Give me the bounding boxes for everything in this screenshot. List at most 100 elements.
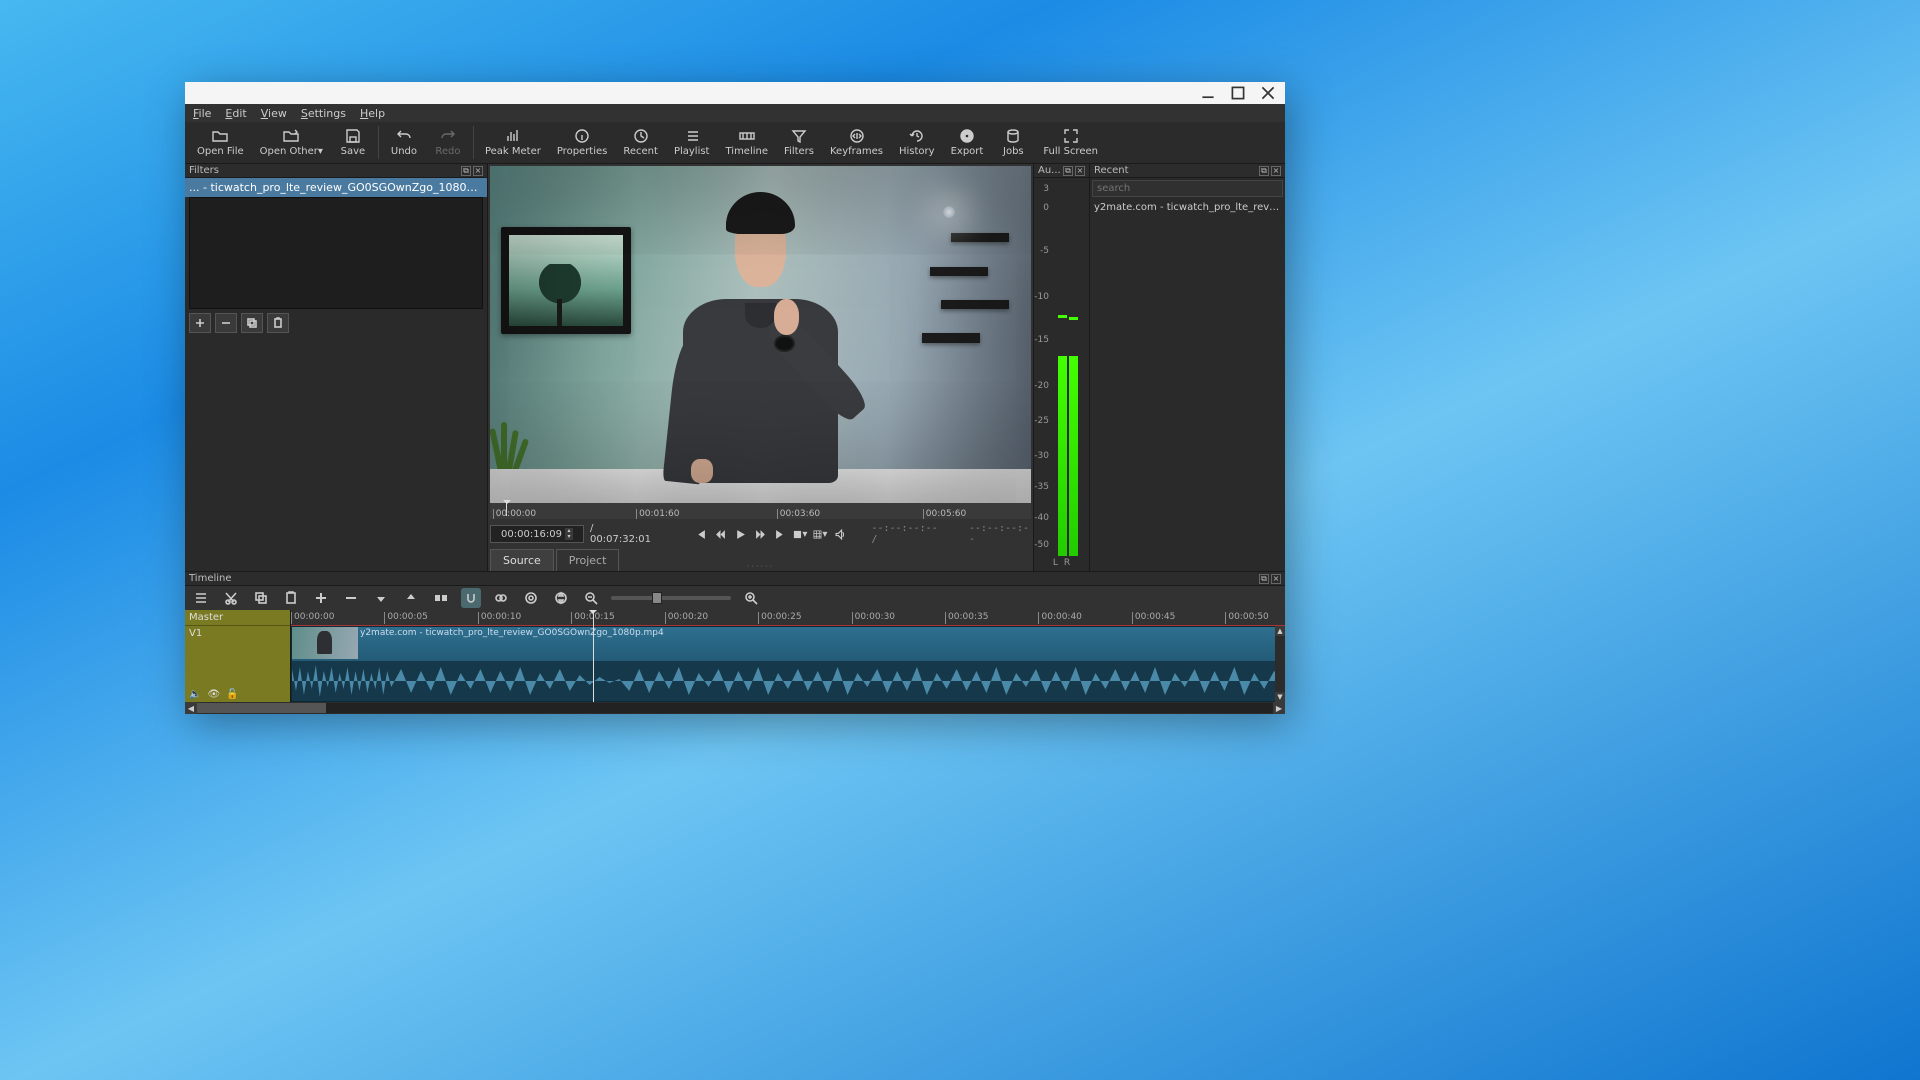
copy-icon[interactable] xyxy=(251,588,271,608)
menu-edit[interactable]: Edit xyxy=(225,107,246,120)
cut-icon[interactable] xyxy=(221,588,241,608)
grid-icon[interactable]: ▾ xyxy=(813,527,827,541)
track-v1[interactable]: V1 🔈 👁 🔓 xyxy=(185,626,290,702)
forward-icon[interactable] xyxy=(753,527,767,541)
rewind-icon[interactable] xyxy=(713,527,727,541)
panel-popout-icon[interactable]: ⧉ xyxy=(1063,166,1073,176)
scroll-right-icon[interactable]: ▶ xyxy=(1273,702,1285,714)
timeline-toolbar xyxy=(185,586,1285,610)
overwrite-icon[interactable] xyxy=(401,588,421,608)
filter-list[interactable] xyxy=(189,197,483,309)
timeline-tracks[interactable]: 00:00:00 00:00:05 00:00:10 00:00:15 00:0… xyxy=(291,610,1285,702)
lift-icon[interactable] xyxy=(371,588,391,608)
clip-waveform xyxy=(292,661,1284,701)
video-preview[interactable] xyxy=(490,166,1031,503)
maximize-button[interactable] xyxy=(1231,86,1245,100)
meter-peak-right xyxy=(1069,317,1078,320)
close-button[interactable] xyxy=(1261,86,1275,100)
timeline-ruler[interactable]: 00:00:00 00:00:05 00:00:10 00:00:15 00:0… xyxy=(291,610,1285,626)
undo-button[interactable]: Undo xyxy=(382,122,426,163)
panel-popout-icon[interactable]: ⧉ xyxy=(461,166,471,176)
paste-filter-button[interactable] xyxy=(267,313,289,333)
panel-popout-icon[interactable]: ⧉ xyxy=(1259,574,1269,584)
filters-button[interactable]: Filters xyxy=(776,122,822,163)
timecode-current[interactable]: 00:00:16:09 ▴▾ xyxy=(490,525,584,543)
zoom-in-icon[interactable] xyxy=(741,588,761,608)
zoom-slider[interactable] xyxy=(611,596,731,600)
timeline-clip[interactable]: y2mate.com - ticwatch_pro_lte_review_GO0… xyxy=(291,626,1285,702)
track-hide-icon[interactable]: 👁 xyxy=(207,689,220,700)
ripple-icon[interactable] xyxy=(521,588,541,608)
recent-title: Recent xyxy=(1094,165,1129,176)
preview-scrubber[interactable]: 00:00:00 00:01:60 00:03:60 00:05:60 xyxy=(490,503,1031,519)
menu-view[interactable]: View xyxy=(261,107,287,120)
snap-icon[interactable] xyxy=(461,588,481,608)
timeline-playhead[interactable] xyxy=(593,610,594,702)
history-button[interactable]: History xyxy=(891,122,943,163)
recent-button[interactable]: Recent xyxy=(615,122,666,163)
transport-bar: 00:00:16:09 ▴▾ / 00:07:32:01 ▾ ▾ --:--:-… xyxy=(490,523,1031,545)
recent-item[interactable]: y2mate.com - ticwatch_pro_lte_review_... xyxy=(1090,199,1285,216)
timeline-vscroll[interactable]: ▲▼ xyxy=(1275,626,1285,702)
playlist-button[interactable]: Playlist xyxy=(666,122,718,163)
tab-project[interactable]: Project xyxy=(556,549,620,571)
copy-filter-button[interactable] xyxy=(241,313,263,333)
open-file-button[interactable]: Open File xyxy=(189,122,252,163)
redo-button[interactable]: Redo xyxy=(426,122,470,163)
paste-icon[interactable] xyxy=(281,588,301,608)
keyframes-button[interactable]: Keyframes xyxy=(822,122,891,163)
add-filter-button[interactable] xyxy=(189,313,211,333)
minimize-button[interactable] xyxy=(1201,86,1215,100)
open-other-button[interactable]: Open Other▾ xyxy=(252,122,331,163)
skip-end-icon[interactable] xyxy=(773,527,787,541)
panel-close-icon[interactable]: × xyxy=(1075,166,1085,176)
remove-icon[interactable] xyxy=(341,588,361,608)
timeline-title: Timeline xyxy=(189,573,232,584)
scrub-tick: 00:01:60 xyxy=(636,509,679,519)
menu-settings[interactable]: Settings xyxy=(301,107,346,120)
fullscreen-button[interactable]: Full Screen xyxy=(1035,122,1106,163)
audio-meter-panel: Au...⧉× 3 0 -5 -10 -15 -20 -25 -30 -35 -… xyxy=(1033,164,1090,571)
panel-close-icon[interactable]: × xyxy=(1271,574,1281,584)
peak-meter-button[interactable]: Peak Meter xyxy=(477,122,549,163)
play-icon[interactable] xyxy=(733,527,747,541)
volume-icon[interactable] xyxy=(833,527,847,541)
skip-start-icon[interactable] xyxy=(693,527,707,541)
audio-meter[interactable]: 3 0 -5 -10 -15 -20 -25 -30 -35 -40 -50 L… xyxy=(1036,181,1087,568)
menu-help[interactable]: Help xyxy=(360,107,385,120)
preview-tabs: Source Project ······ xyxy=(488,545,1033,571)
track-label: V1 xyxy=(189,628,286,639)
panel-close-icon[interactable]: × xyxy=(1271,166,1281,176)
toggle-zoom-icon[interactable]: ▾ xyxy=(793,527,807,541)
timecode-value: 00:00:16:09 xyxy=(501,529,562,540)
split-icon[interactable] xyxy=(431,588,451,608)
master-track-label[interactable]: Master xyxy=(185,610,290,626)
zoom-out-icon[interactable] xyxy=(581,588,601,608)
tab-source[interactable]: Source xyxy=(490,549,554,571)
meter-title: Au... xyxy=(1038,165,1061,176)
menu-file[interactable]: File xyxy=(193,107,211,120)
timeline-hscroll[interactable]: ◀ ▶ xyxy=(185,702,1285,714)
timeline-panel: Timeline ⧉× Master V1 xyxy=(185,571,1285,714)
recent-search-input[interactable] xyxy=(1092,180,1283,197)
export-button[interactable]: Export xyxy=(943,122,992,163)
scrub-audio-icon[interactable] xyxy=(491,588,511,608)
scroll-left-icon[interactable]: ◀ xyxy=(185,702,197,714)
timecode-spinner[interactable]: ▴▾ xyxy=(565,528,573,540)
properties-button[interactable]: Properties xyxy=(549,122,616,163)
save-button[interactable]: Save xyxy=(331,122,375,163)
append-icon[interactable] xyxy=(311,588,331,608)
panel-drag-handle[interactable]: ······ xyxy=(747,562,774,571)
track-mute-icon[interactable]: 🔈 xyxy=(189,689,201,700)
panel-close-icon[interactable]: × xyxy=(473,166,483,176)
timeline-button[interactable]: Timeline xyxy=(717,122,776,163)
filter-source-label[interactable]: ... - ticwatch_pro_lte_review_GO0SGOwnZg… xyxy=(185,178,487,197)
meter-bar-left xyxy=(1058,356,1067,556)
ripple-all-icon[interactable] xyxy=(551,588,571,608)
panel-popout-icon[interactable]: ⧉ xyxy=(1259,166,1269,176)
track-lock-icon[interactable]: 🔓 xyxy=(226,689,238,700)
filters-panel: Filters ⧉× ... - ticwatch_pro_lte_review… xyxy=(185,164,488,571)
timeline-menu-icon[interactable] xyxy=(191,588,211,608)
jobs-button[interactable]: Jobs xyxy=(991,122,1035,163)
remove-filter-button[interactable] xyxy=(215,313,237,333)
